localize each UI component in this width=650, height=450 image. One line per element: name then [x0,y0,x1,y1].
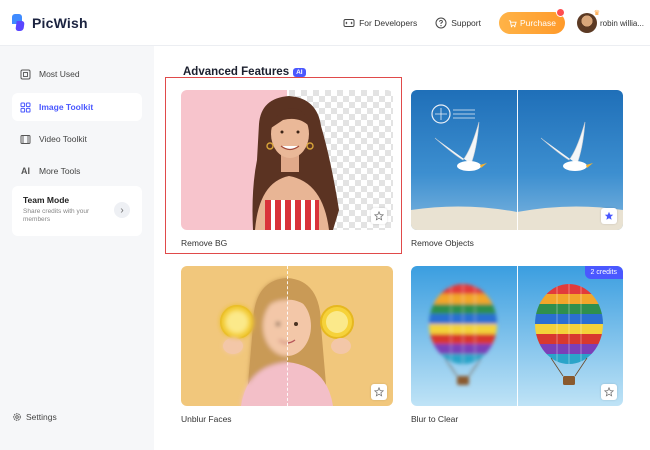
user-menu[interactable]: ♛ robin willia... [576,10,644,33]
feature-card-blur-to-clear[interactable]: 2 credits Blur to Clear [411,266,623,424]
support-label: Support [451,18,481,28]
favorite-button[interactable] [371,384,387,400]
blur-to-clear-thumbnail: 2 credits [411,266,623,406]
settings-button[interactable]: Settings [12,412,57,422]
compare-divider [517,90,518,230]
star-outline-icon [604,387,614,397]
feature-card-unblur-faces[interactable]: Unblur Faces [181,266,393,424]
developer-icon [343,19,355,27]
grid-icon [20,102,31,113]
sidebar-item-label: Image Toolkit [39,102,94,112]
favorite-button[interactable] [601,384,617,400]
compare-divider [287,266,288,406]
purchase-button[interactable]: Purchase [498,8,565,34]
crown-icon: ♛ [593,10,600,17]
favorite-button[interactable] [601,208,617,224]
settings-label: Settings [26,412,57,422]
credits-badge: 2 credits [584,266,623,279]
chevron-right-icon[interactable]: › [114,202,130,218]
logo[interactable]: PicWish [12,13,88,32]
sidebar: Most Used Image Toolkit Video Toolkit AI… [0,46,154,450]
app-window: PicWish For Developers Support Purchase … [0,0,650,450]
selection-highlight [165,77,402,254]
for-developers-label: For Developers [359,18,418,28]
top-bar: PicWish For Developers Support Purchase … [0,0,650,46]
sidebar-item-label: More Tools [39,166,81,176]
ai-icon: AI [21,166,30,176]
user-name: robin willia... [599,18,644,28]
avatar: ♛ [576,10,600,33]
card-label: Remove Objects [411,238,474,248]
app-name: PicWish [32,14,88,31]
sidebar-item-more-tools[interactable]: AI More Tools [12,157,142,185]
sidebar-item-image-toolkit[interactable]: Image Toolkit [12,93,142,121]
ai-badge: AI [293,67,306,77]
remove-objects-thumbnail [411,90,623,230]
card-label: Unblur Faces [181,414,232,424]
gear-icon [13,413,21,421]
film-icon [20,134,31,145]
cart-icon [508,19,517,27]
feature-card-remove-objects[interactable]: Remove Objects [411,90,623,248]
help-icon [435,17,447,29]
purchase-label: Purchase [520,18,556,28]
support-link[interactable]: Support [435,17,481,29]
for-developers-link[interactable]: For Developers [343,17,417,29]
team-mode-description: Share credits with your members [23,208,90,223]
unblur-faces-thumbnail [181,266,393,406]
picwish-logo-icon [12,13,26,32]
image-frame-icon [20,69,31,80]
sidebar-item-label: Most Used [39,69,80,79]
compare-divider [517,266,518,406]
team-mode-card[interactable]: Team Mode Share credits with your member… [12,186,142,236]
star-outline-icon [374,387,384,397]
sidebar-item-video-toolkit[interactable]: Video Toolkit [12,125,142,153]
star-filled-icon [604,211,614,220]
sidebar-item-label: Video Toolkit [39,134,87,144]
notification-dot [555,8,565,17]
sidebar-item-most-used[interactable]: Most Used [12,60,142,88]
card-label: Blur to Clear [411,414,459,424]
